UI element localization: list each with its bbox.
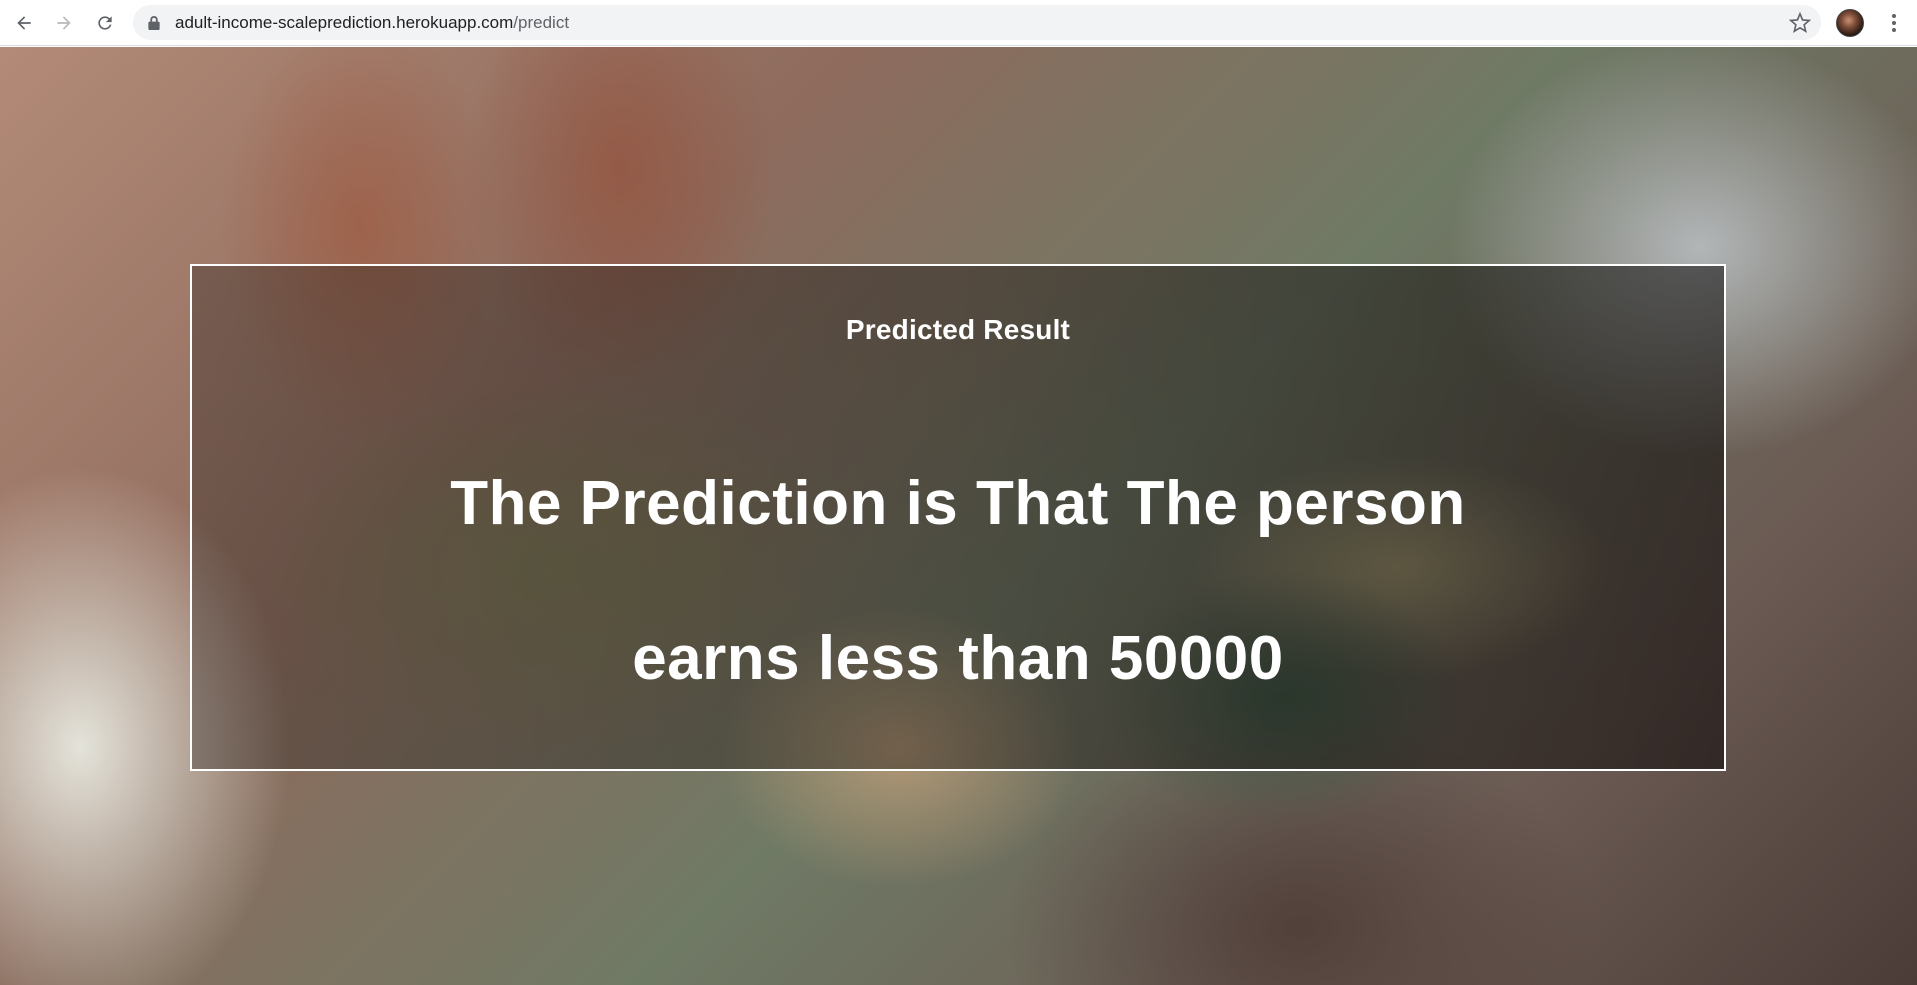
reload-button[interactable] (89, 7, 121, 39)
star-icon[interactable] (1789, 12, 1811, 34)
result-panel: Predicted Result The Prediction is That … (190, 264, 1726, 771)
url-path: /predict (513, 13, 570, 32)
browser-toolbar: adult-income-scaleprediction.herokuapp.c… (0, 0, 1917, 46)
result-title: Predicted Result (845, 314, 1071, 345)
reload-icon (98, 16, 112, 30)
lock-icon (148, 16, 160, 30)
prediction-text: The Prediction is That The person earns … (450, 469, 1466, 693)
forward-button[interactable] (48, 7, 80, 39)
back-button[interactable] (8, 7, 40, 39)
url-text[interactable]: adult-income-scaleprediction.herokuapp.c… (175, 5, 569, 40)
kebab-menu-icon[interactable] (1880, 9, 1908, 37)
profile-avatar[interactable] (1836, 9, 1864, 37)
page-background: Predicted Result The Prediction is That … (0, 47, 1917, 985)
url-host: adult-income-scaleprediction.herokuapp.c… (175, 13, 514, 32)
arrow-left-icon (17, 16, 31, 30)
address-bar[interactable]: adult-income-scaleprediction.herokuapp.c… (133, 5, 1821, 40)
arrow-right-icon (57, 16, 71, 30)
